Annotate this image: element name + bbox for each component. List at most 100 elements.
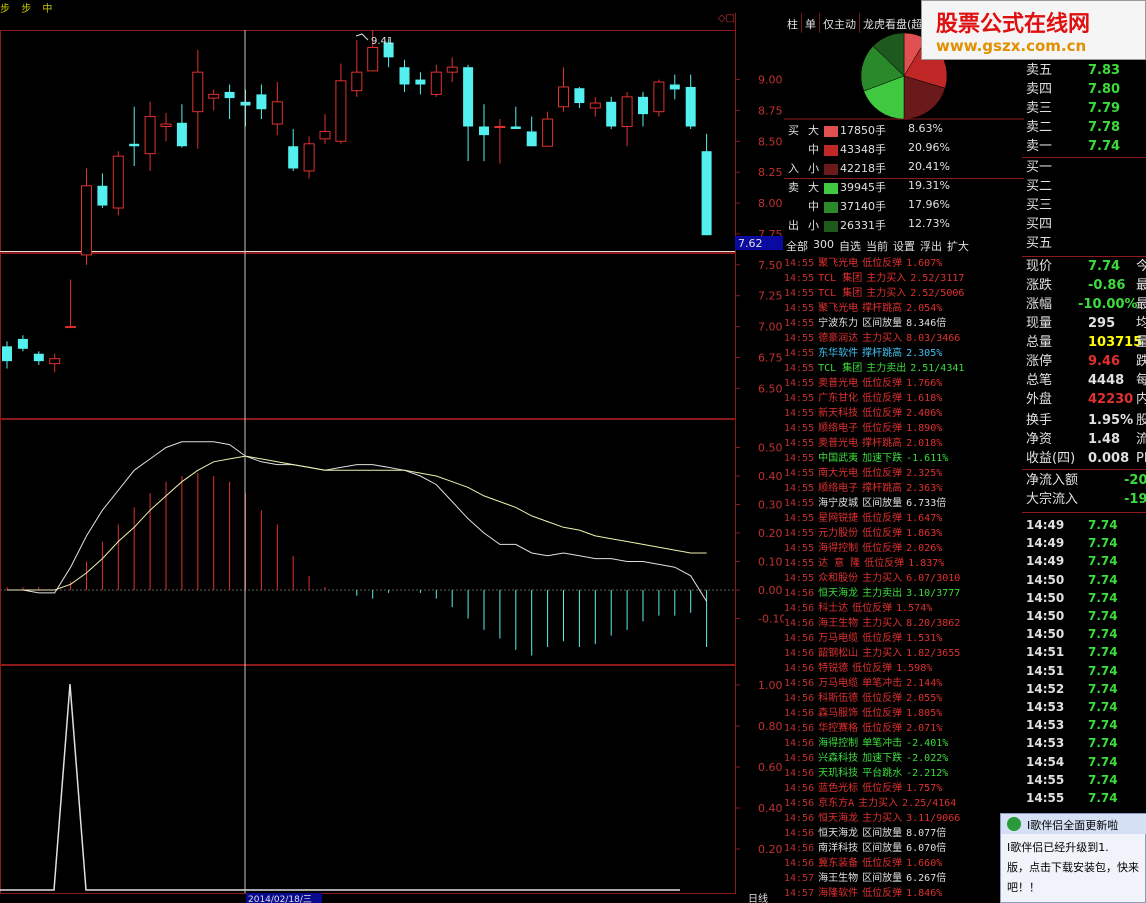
alert-row[interactable]: 14:55 TCL 集团 主力买入 2.52/3117 [784,271,1024,286]
alert-stock[interactable]: 达 意 隆 [818,558,860,569]
toolbar-settings[interactable]: 设置 [891,236,918,254]
alert-stock[interactable]: 星网锐捷 [818,513,858,524]
toolbar-watchlist[interactable]: 自选 [837,236,864,254]
alert-stock[interactable]: 冀东装备 [818,858,858,869]
tab-orders[interactable]: 单 [802,13,820,33]
alert-stock[interactable]: 元力股份 [818,528,858,539]
alert-row[interactable]: 14:55 东华软件 撑杆跳高 2.305% [784,346,1024,361]
alert-row[interactable]: 14:56 京东方A 主力买入 2.25/4164 [784,796,1024,811]
alert-stock[interactable]: 海王生物 [818,618,858,629]
alert-row[interactable]: 14:56 冀东装备 低位反弹 1.660% [784,856,1024,871]
alert-stock[interactable]: 宁波东力 [818,318,858,329]
alert-row[interactable]: 14:55 顺络电子 撑杆跳高 2.363% [784,481,1024,496]
alert-stock[interactable]: 南大光电 [818,468,858,479]
alert-stock[interactable]: 科斯伍德 [818,693,858,704]
alert-row[interactable]: 14:56 科士达 低位反弹 1.574% [784,601,1024,616]
toolbar-all[interactable]: 全部 [784,236,811,254]
market-alert-list[interactable]: 14:55 聚飞光电 低位反弹 1.607% 14:55 TCL 集团 主力买入 2.52/3… [784,256,1024,903]
tab-dragon-tiger[interactable]: 龙虎看盘(超 [860,13,927,33]
alert-row[interactable]: 14:55 奥普光电 低位反弹 1.766% [784,376,1024,391]
alert-stock[interactable]: 恒天海龙 [818,813,858,824]
alert-row[interactable]: 14:56 天玑科技 平台跳水 -2.212% [784,766,1024,781]
alert-row[interactable]: 14:56 海得控制 单笔冲击 -2.401% [784,736,1024,751]
alert-row[interactable]: 14:55 众和股份 主力买入 6.07/3010 [784,571,1024,586]
alert-stock[interactable]: TCL 集团 [818,273,862,284]
tab-bars[interactable]: 柱 [784,13,802,33]
alert-row[interactable]: 14:56 万马电缆 低位反弹 1.531% [784,631,1024,646]
alert-row[interactable]: 14:55 中国武夷 加速下跌 -1.611% [784,451,1024,466]
alert-stock[interactable]: 万马电缆 [818,678,858,689]
alert-row[interactable]: 14:55 海宁皮城 区间放量 6.733倍 [784,496,1024,511]
alert-row[interactable]: 14:57 海王生物 区间放量 6.267倍 [784,871,1024,886]
alert-row[interactable]: 14:56 南洋科技 区间放量 6.070倍 [784,841,1024,856]
update-notification-popup[interactable]: I歌伴侣全面更新啦 I歌伴侣已经升级到1. 版，点击下载安装包，快来 吧！！ [1000,813,1146,903]
toolbar-expand[interactable]: 扩大 [945,236,972,254]
alert-stock[interactable]: 东华软件 [818,348,858,359]
alert-stock[interactable]: 蓝色光标 [818,783,858,794]
alert-row[interactable]: 14:56 特锐德 低位反弹 1.598% [784,661,1024,676]
alert-row[interactable]: 14:55 元力股份 低位反弹 1.863% [784,526,1024,541]
alert-row[interactable]: 14:56 恒天海龙 主力卖出 3.10/3777 [784,586,1024,601]
tab-active-only[interactable]: 仅主动 [820,13,860,33]
alert-row[interactable]: 14:55 星网锐捷 低位反弹 1.647% [784,511,1024,526]
toolbar-300[interactable]: 300 [811,236,837,254]
kline-chart-area[interactable]: 9.008.758.508.258.007.757.507.257.006.75… [0,0,784,903]
alert-row[interactable]: 14:57 海隆软件 低位反弹 1.846% [784,886,1024,901]
alert-row[interactable]: 14:55 聚飞光电 低位反弹 1.607% [784,256,1024,271]
alert-stock[interactable]: 恒天海龙 [818,828,858,839]
alert-stock[interactable]: 海隆软件 [818,888,858,899]
alert-stock[interactable]: 海宁皮城 [818,498,858,509]
alert-stock[interactable]: 万马电缆 [818,633,858,644]
axis-period-label[interactable]: 日线 [748,892,768,903]
alert-stock[interactable]: 聚飞光电 [818,303,858,314]
alert-row[interactable]: 14:56 恒天海龙 主力买入 3.11/9066 [784,811,1024,826]
alert-row[interactable]: 14:56 海王生物 主力买入 8.20/3862 [784,616,1024,631]
alert-row[interactable]: 14:55 南大光电 低位反弹 2.325% [784,466,1024,481]
alert-row[interactable]: 14:55 德豪润达 主力买入 8.03/3466 [784,331,1024,346]
alert-row[interactable]: 14:55 奥普光电 撑杆跳高 2.018% [784,436,1024,451]
alert-row[interactable]: 14:56 华控赛格 低位反弹 2.071% [784,721,1024,736]
alert-stock[interactable]: 新天科技 [818,408,858,419]
alert-row[interactable]: 14:55 海得控制 低位反弹 2.026% [784,541,1024,556]
alert-stock[interactable]: 海王生物 [818,873,858,884]
alert-stock[interactable]: 众和股份 [818,573,858,584]
toolbar-float[interactable]: 浮出 [918,236,945,254]
alert-stock[interactable]: 天玑科技 [818,768,858,779]
alert-stock[interactable]: TCL 集团 [818,288,862,299]
alert-stock[interactable]: 森马服饰 [818,708,858,719]
alert-stock[interactable]: 顺络电子 [818,483,858,494]
alert-stock[interactable]: 兴森科技 [818,753,858,764]
alert-row[interactable]: 14:55 达 意 隆低位反弹 1.837% [784,556,1024,571]
alert-stock[interactable]: 顺络电子 [818,423,858,434]
alert-row[interactable]: 14:55 广东甘化 低位反弹 1.618% [784,391,1024,406]
alert-row[interactable]: 14:55 TCL 集团 主力买入 2.52/5006 [784,286,1024,301]
alert-row[interactable]: 14:56 科斯伍德 低位反弹 2.055% [784,691,1024,706]
alert-row[interactable]: 14:55 聚飞光电 撑杆跳高 2.054% [784,301,1024,316]
alert-row[interactable]: 14:55 新天科技 低位反弹 2.406% [784,406,1024,421]
alert-stock[interactable]: 奥普光电 [818,378,858,389]
alert-row[interactable]: 14:56 韶钢松山 主力买入 1.82/3655 [784,646,1024,661]
alert-row[interactable]: 14:56 万马电缆 单笔冲击 2.144% [784,676,1024,691]
alert-stock[interactable]: 广东甘化 [818,393,858,404]
alert-stock[interactable]: 海得控制 [818,543,858,554]
alert-stock[interactable]: 中国武夷 [818,453,858,464]
alert-row[interactable]: 14:56 森马服饰 低位反弹 1.805% [784,706,1024,721]
alert-row[interactable]: 14:55 TCL 集团 主力卖出 2.51/4341 [784,361,1024,376]
alert-row[interactable]: 14:55 宁波东力 区间放量 8.346倍 [784,316,1024,331]
alert-stock[interactable]: 京东方A [818,798,854,809]
alert-stock[interactable]: 海得控制 [818,738,858,749]
alert-stock[interactable]: 特锐德 [818,663,848,674]
alert-stock[interactable]: 科士达 [818,603,848,614]
alert-row[interactable]: 14:56 恒天海龙 区间放量 8.077倍 [784,826,1024,841]
alert-stock[interactable]: 聚飞光电 [818,258,858,269]
toolbar-current[interactable]: 当前 [864,236,891,254]
alert-stock[interactable]: 德豪润达 [818,333,858,344]
popup-body[interactable]: I歌伴侣已经升级到1. 版，点击下载安装包，快来 吧！！ [1007,838,1146,898]
alert-stock[interactable]: 韶钢松山 [818,648,858,659]
alert-row[interactable]: 14:55 顺络电子 低位反弹 1.890% [784,421,1024,436]
alert-stock[interactable]: 恒天海龙 [818,588,858,599]
alert-stock[interactable]: TCL 集团 [818,363,862,374]
alert-row[interactable]: 14:56 蓝色光标 低位反弹 1.757% [784,781,1024,796]
alert-stock[interactable]: 奥普光电 [818,438,858,449]
alert-stock[interactable]: 华控赛格 [818,723,858,734]
